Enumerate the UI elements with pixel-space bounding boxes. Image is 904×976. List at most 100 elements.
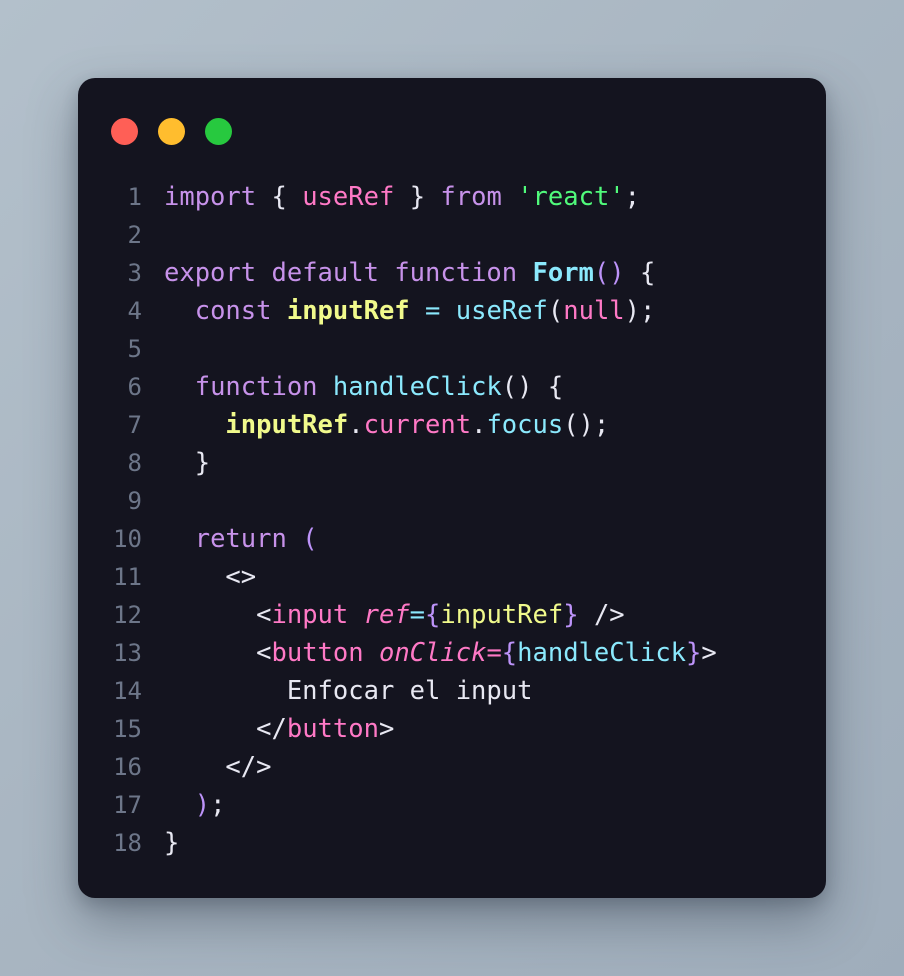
- line-number: 17: [113, 791, 142, 819]
- code-line-content: import { useRef } from 'react';: [142, 178, 640, 216]
- line-number: 11: [113, 563, 142, 591]
- code-line[interactable]: 18}: [78, 824, 826, 862]
- code-line[interactable]: 13 <button onClick={handleClick}>: [78, 634, 826, 672]
- code-token: {: [425, 600, 441, 630]
- code-token: handleClick: [517, 638, 687, 668]
- maximize-window-icon[interactable]: [205, 118, 232, 145]
- code-line[interactable]: 17 );: [78, 786, 826, 824]
- code-line-content: }: [142, 824, 179, 862]
- code-token: useRef: [302, 182, 395, 212]
- code-line[interactable]: 11 <>: [78, 558, 826, 596]
- code-token: <>: [225, 562, 257, 592]
- code-line-content: </>: [142, 748, 271, 786]
- code-token: null: [563, 296, 625, 326]
- code-line[interactable]: 16 </>: [78, 748, 826, 786]
- code-token: inputRef: [286, 296, 410, 326]
- code-token: .: [471, 410, 487, 440]
- code-line[interactable]: 5: [78, 330, 826, 368]
- line-number: 4: [127, 297, 142, 325]
- code-token: return: [194, 524, 287, 554]
- code-line[interactable]: 6 function handleClick() {: [78, 368, 826, 406]
- line-number: 9: [127, 487, 142, 515]
- line-number: 5: [127, 335, 142, 363]
- code-token: }: [164, 828, 180, 858]
- code-token: );: [624, 296, 656, 326]
- code-line-content: Enfocar el input: [142, 672, 533, 710]
- code-line-content: const inputRef = useRef(null);: [142, 292, 656, 330]
- code-line[interactable]: 10 return (: [78, 520, 826, 558]
- code-line[interactable]: 2: [78, 216, 826, 254]
- code-token: ;: [210, 790, 226, 820]
- code-line[interactable]: 3 export default function Form() {: [78, 254, 826, 292]
- code-line[interactable]: 8 }: [78, 444, 826, 482]
- code-token: Enfocar el input: [286, 676, 533, 706]
- line-number: 6: [127, 373, 142, 401]
- code-line-content: </button>: [142, 710, 394, 748]
- line-number: 12: [113, 601, 142, 629]
- code-token: useRef: [455, 296, 548, 326]
- code-line[interactable]: 7 inputRef.current.focus();: [78, 406, 826, 444]
- code-token: (): [593, 258, 625, 288]
- code-line[interactable]: 9: [78, 482, 826, 520]
- code-token: >: [701, 638, 717, 668]
- code-window: 1 import { useRef } from 'react'; 2 3 export…: [78, 78, 826, 898]
- code-token: Form: [532, 258, 594, 288]
- code-line-content: );: [142, 786, 226, 824]
- line-number: 13: [113, 639, 142, 667]
- code-line-content: return (: [142, 520, 318, 558]
- code-token: 'react': [517, 182, 625, 212]
- code-token: </: [256, 714, 287, 744]
- code-token: (: [547, 296, 564, 326]
- code-line[interactable]: 1 import { useRef } from 'react';: [78, 178, 826, 216]
- code-token: from: [440, 182, 502, 212]
- code-line-content: function handleClick() {: [142, 368, 564, 406]
- code-token: }: [194, 448, 211, 478]
- code-token: =: [409, 600, 426, 630]
- code-token: {: [547, 372, 564, 402]
- code-token: ref: [363, 600, 410, 630]
- code-token: inputRef: [440, 600, 564, 630]
- code-token: (: [302, 524, 318, 554]
- code-token: }: [409, 182, 426, 212]
- line-number: 14: [113, 677, 142, 705]
- code-token: export: [164, 258, 257, 288]
- code-token: <: [256, 638, 272, 668]
- code-editor[interactable]: 1 import { useRef } from 'react'; 2 3 export…: [78, 178, 826, 898]
- line-number: 10: [113, 525, 142, 553]
- code-token: handleClick: [332, 372, 502, 402]
- minimize-window-icon[interactable]: [158, 118, 185, 145]
- code-line[interactable]: 4 const inputRef = useRef(null);: [78, 292, 826, 330]
- code-token: =: [486, 638, 502, 668]
- code-token: ;: [624, 182, 641, 212]
- close-window-icon[interactable]: [111, 118, 138, 145]
- code-line[interactable]: 14 Enfocar el input: [78, 672, 826, 710]
- code-line[interactable]: 15 </button>: [78, 710, 826, 748]
- code-line[interactable]: 12 <input ref={inputRef} />: [78, 596, 826, 634]
- code-line-content: export default function Form() {: [142, 254, 655, 292]
- code-token: function: [394, 258, 518, 288]
- code-token: </>: [225, 752, 272, 782]
- line-number: 2: [127, 221, 142, 249]
- code-token: const: [194, 296, 272, 326]
- code-token: {: [640, 258, 656, 288]
- code-token: function: [194, 372, 318, 402]
- code-token: inputRef: [225, 410, 349, 440]
